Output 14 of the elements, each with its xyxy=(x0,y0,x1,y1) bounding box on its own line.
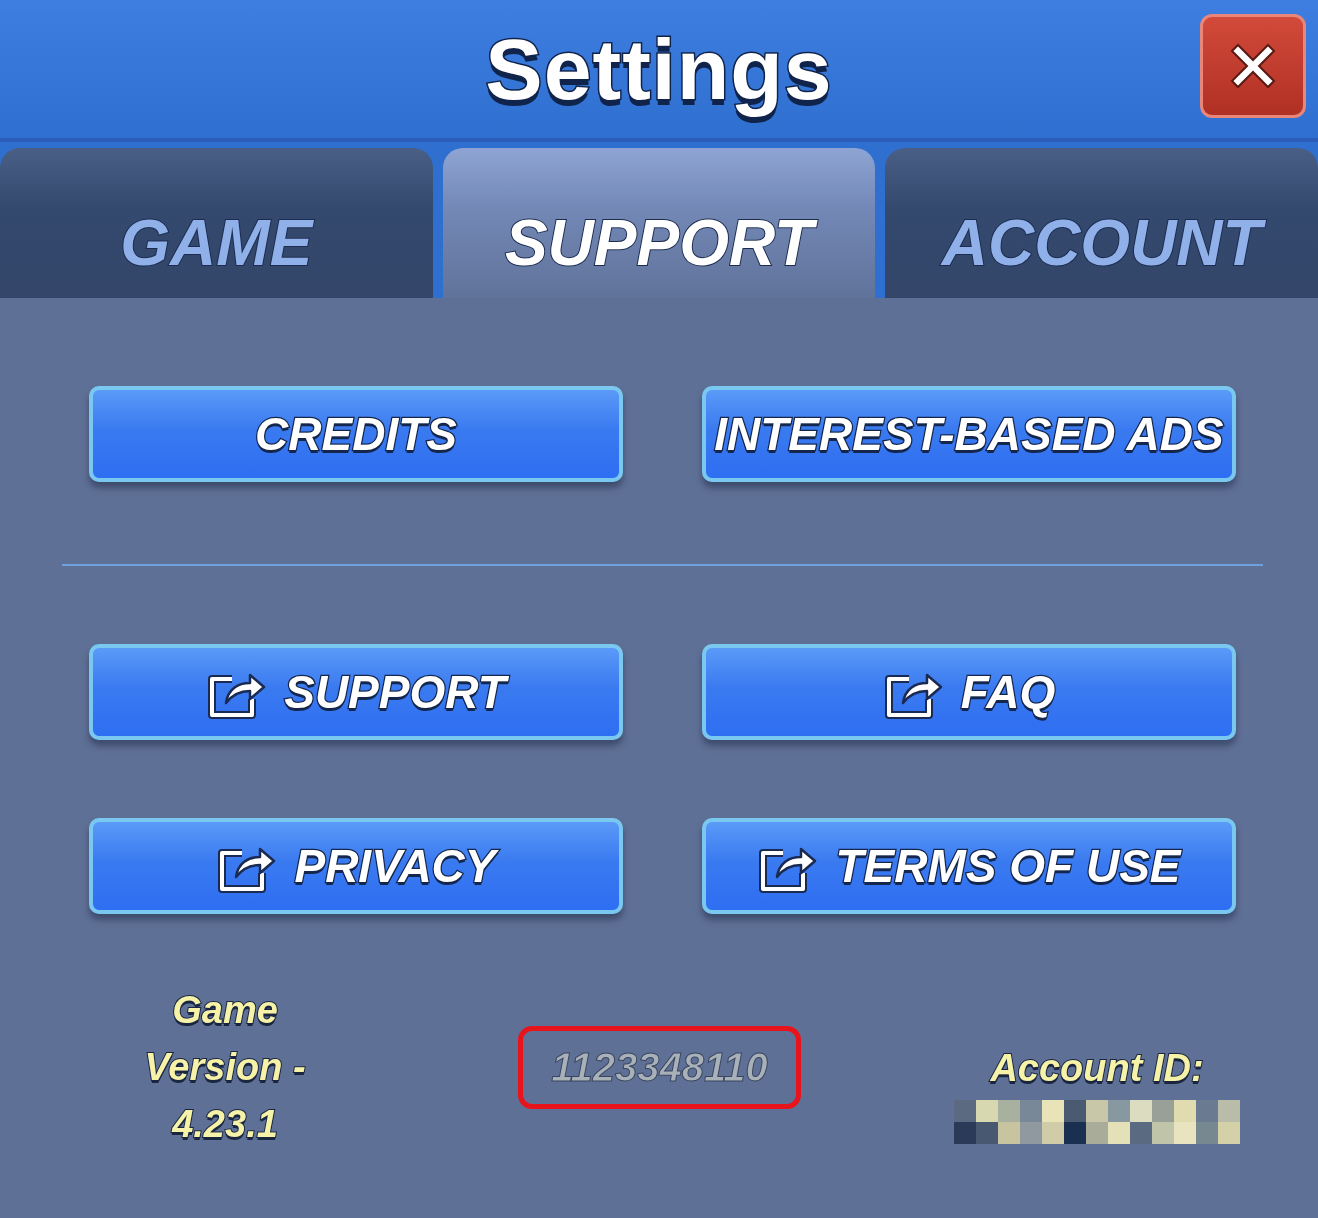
menu-button[interactable]: INTEREST-BASED ADS xyxy=(702,386,1236,482)
external-link-button[interactable]: FAQ xyxy=(702,644,1236,740)
account-id-label: Account ID: xyxy=(990,1047,1204,1090)
external-link-button[interactable]: PRIVACY xyxy=(89,818,623,914)
window-title: Settings xyxy=(485,19,833,119)
tab[interactable]: SUPPORT xyxy=(442,148,876,298)
player-number: 1123348110 xyxy=(518,1026,801,1109)
external-link-button[interactable]: SUPPORT xyxy=(89,644,623,740)
tab[interactable]: GAME xyxy=(0,148,433,298)
menu-button[interactable]: CREDITS xyxy=(89,386,623,482)
tab[interactable]: ACCOUNT xyxy=(885,148,1318,298)
external-link-button[interactable]: TERMS OF USE xyxy=(702,818,1236,914)
game-version-text: Game Version - 4.23.1 xyxy=(143,988,307,1147)
close-button[interactable] xyxy=(1200,14,1306,118)
